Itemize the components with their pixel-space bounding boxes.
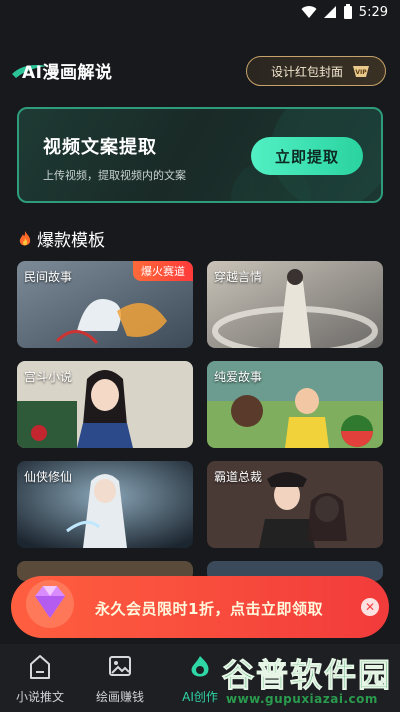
design-cover-button-label: 设计红包封面 — [271, 64, 344, 79]
close-icon[interactable]: ✕ — [361, 598, 379, 616]
watermark: 谷普软件园 www.gupuxiazai.com — [221, 650, 398, 712]
nav-label: 小说推文 — [15, 690, 64, 704]
status-bar: 5:29 — [0, 0, 400, 24]
status-time: 5:29 — [358, 4, 388, 20]
template-card-xianxia[interactable]: 仙侠修仙 — [17, 461, 193, 548]
template-card-domineering-ceo[interactable]: 霸道总裁 — [207, 461, 383, 548]
image-icon — [109, 656, 131, 676]
vip-badge-icon: VIP — [353, 66, 369, 77]
template-label: 纯爱故事 — [214, 370, 263, 384]
watermark-text: 谷普软件园 — [221, 656, 393, 695]
diamond-icon — [26, 580, 74, 628]
vip-promo-banner[interactable]: 永久会员限时1折，点击立即领取 ✕ — [11, 576, 389, 638]
banner-title: 视频文案提取 — [43, 137, 157, 158]
template-card-pure-love[interactable]: 纯爱故事 — [207, 361, 383, 448]
nav-item-novel[interactable]: 小说推文 — [0, 644, 80, 712]
ai-create-icon — [191, 656, 209, 677]
section-header: 爆款模板 — [17, 226, 105, 251]
banner-subtitle: 上传视频，提取视频内的文案 — [43, 169, 186, 182]
signal-icon — [323, 6, 336, 18]
template-label: 仙侠修仙 — [24, 470, 73, 484]
template-card-folk-story[interactable]: 民间故事 爆火赛道 — [17, 261, 193, 348]
page-title: AI漫画解说 — [22, 63, 113, 83]
template-card-time-travel-romance[interactable]: 穿越言情 — [207, 261, 383, 348]
template-label: 宫斗小说 — [24, 370, 73, 384]
promo-text: 永久会员限时1折，点击立即领取 — [95, 600, 323, 618]
vip-badge-text: VIP — [355, 69, 367, 76]
battery-icon — [343, 4, 352, 19]
design-cover-button[interactable]: 设计红包封面 VIP — [246, 56, 386, 86]
template-card-palace-intrigue[interactable]: 宫斗小说 — [17, 361, 193, 448]
wifi-icon — [301, 6, 317, 19]
video-extract-banner[interactable]: 视频文案提取 上传视频，提取视频内的文案 立即提取 — [17, 107, 383, 203]
section-title: 爆款模板 — [37, 231, 105, 251]
watermark-url: www.gupuxiazai.com — [226, 692, 378, 706]
hot-track-badge: 爆火赛道 — [133, 261, 193, 281]
fire-icon — [19, 230, 31, 245]
template-label: 民间故事 — [24, 270, 73, 284]
nav-item-painting[interactable]: 绘画赚钱 — [80, 644, 160, 712]
book-icon — [30, 655, 50, 679]
template-label: 霸道总裁 — [214, 470, 263, 484]
extract-now-button[interactable]: 立即提取 — [251, 137, 363, 175]
nav-label: 绘画赚钱 — [95, 690, 144, 704]
template-label: 穿越言情 — [214, 270, 263, 284]
